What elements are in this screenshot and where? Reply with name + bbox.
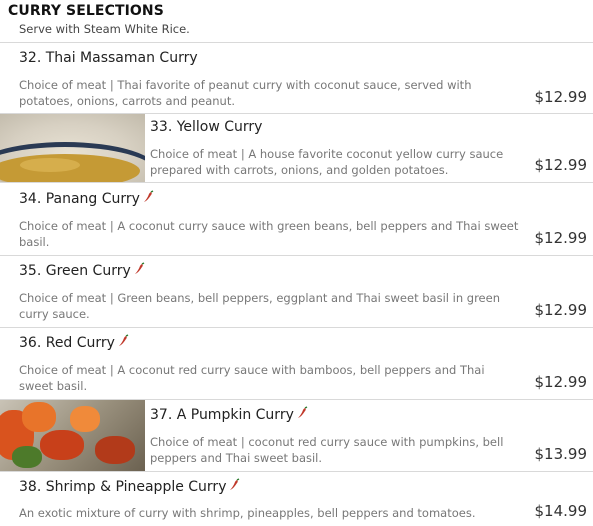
- item-name: 35. Green Curry: [19, 263, 131, 279]
- item-price: $12.99: [534, 88, 588, 106]
- item-price: $14.99: [534, 502, 588, 520]
- item-name: 32. Thai Massaman Curry: [19, 50, 198, 66]
- pumpkin-curry-photo: [0, 400, 145, 471]
- menu-item-38[interactable]: 38. Shrimp & Pineapple Curry An exotic m…: [0, 472, 593, 526]
- item-name-row: 35. Green Curry: [19, 262, 147, 279]
- item-name: 37. A Pumpkin Curry: [150, 407, 294, 423]
- menu-item-35[interactable]: 35. Green Curry Choice of meat | Green b…: [0, 256, 593, 328]
- item-description: Choice of meat | A coconut curry sauce w…: [19, 219, 519, 249]
- chili-pepper-icon: [134, 262, 145, 274]
- item-name: 33. Yellow Curry: [150, 119, 263, 135]
- item-name-row: 38. Shrimp & Pineapple Curry: [19, 478, 242, 495]
- yellow-curry-photo: [0, 114, 145, 182]
- item-description: Choice of meat | Green beans, bell peppe…: [19, 291, 500, 321]
- item-name: 38. Shrimp & Pineapple Curry: [19, 479, 227, 495]
- item-price: $12.99: [534, 301, 588, 319]
- item-name-row: 36. Red Curry: [19, 334, 131, 351]
- menu-item-34[interactable]: 34. Panang Curry Choice of meat | A coco…: [0, 183, 593, 256]
- item-price: $12.99: [534, 156, 588, 174]
- chili-pepper-icon: [143, 190, 154, 202]
- section-subtitle: Serve with Steam White Rice.: [19, 22, 190, 36]
- menu-item-36[interactable]: 36. Red Curry Choice of meat | A coconut…: [0, 328, 593, 400]
- item-name: 34. Panang Curry: [19, 191, 140, 207]
- chili-pepper-icon: [230, 478, 240, 490]
- section-title: CURRY SELECTIONS: [8, 3, 164, 19]
- item-price: $12.99: [534, 229, 588, 247]
- item-description: Choice of meat | A coconut red curry sau…: [19, 363, 485, 393]
- chili-pepper-icon: [297, 406, 308, 418]
- item-price: $13.99: [534, 445, 588, 463]
- item-name: 36. Red Curry: [19, 335, 115, 351]
- menu-item-37[interactable]: 37. A Pumpkin Curry Choice of meat | coc…: [0, 400, 593, 472]
- menu-item-33[interactable]: 33. Yellow Curry Choice of meat | A hous…: [0, 114, 593, 183]
- menu-item-32[interactable]: 32. Thai Massaman Curry Choice of meat |…: [0, 43, 593, 114]
- item-description: An exotic mixture of curry with shrimp, …: [19, 506, 476, 520]
- item-name-row: 37. A Pumpkin Curry: [150, 406, 310, 423]
- section-header: CURRY SELECTIONS Serve with Steam White …: [0, 0, 593, 43]
- item-description: Choice of meat | A house favorite coconu…: [150, 147, 504, 177]
- item-name-row: 34. Panang Curry: [19, 190, 156, 207]
- chili-pepper-icon: [118, 334, 129, 346]
- item-description: Choice of meat | coconut red curry sauce…: [150, 435, 504, 465]
- item-price: $12.99: [534, 373, 588, 391]
- item-description: Choice of meat | Thai favorite of peanut…: [19, 78, 472, 108]
